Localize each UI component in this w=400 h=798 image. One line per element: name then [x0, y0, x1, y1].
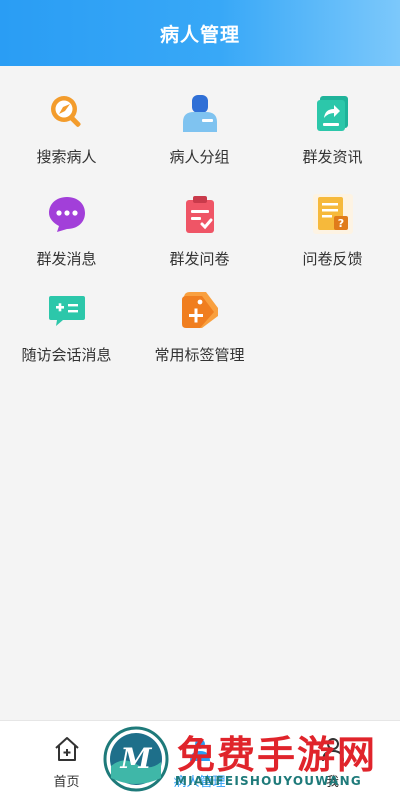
feature-label: 随访会话消息: [21, 346, 112, 364]
feature-label: 群发资讯: [302, 148, 363, 166]
feature-label: 群发消息: [36, 250, 97, 268]
svg-text:?: ?: [337, 217, 343, 230]
tab-label: 首页: [53, 775, 80, 790]
broadcast-survey-icon: [185, 196, 214, 233]
tag-management-icon: [181, 292, 218, 328]
header-bar: 病人管理: [0, 0, 400, 66]
followup-chat-icon: [48, 296, 85, 326]
broadcast-news-icon: [316, 96, 348, 131]
feature-broadcast-survey[interactable]: 群发问卷: [133, 194, 266, 284]
tab-label: 我: [325, 775, 339, 790]
feature-followup-chat[interactable]: 随访会话消息: [0, 290, 133, 380]
feature-patient-group[interactable]: 病人分组: [133, 92, 266, 182]
feature-label: 问卷反馈: [302, 250, 363, 268]
broadcast-message-icon: [48, 197, 85, 232]
feature-label: 搜索病人: [36, 148, 97, 166]
bottom-tab-bar: 首页 病人管理 我: [0, 720, 400, 798]
page-title: 病人管理: [159, 23, 240, 46]
tab-label: 病人管理: [173, 775, 226, 790]
feature-label: 病人分组: [169, 148, 230, 166]
feature-tag-management[interactable]: 常用标签管理: [133, 290, 266, 380]
feature-label: 群发问卷: [169, 250, 230, 268]
patient-manage-icon: [189, 739, 210, 761]
feature-broadcast-news[interactable]: 群发资讯: [266, 92, 399, 182]
home-icon: [54, 737, 79, 761]
tab-patient-manage[interactable]: 病人管理: [133, 721, 266, 798]
search-patient-icon: [50, 96, 81, 127]
tab-me[interactable]: 我: [266, 721, 399, 798]
patient-group-icon: [182, 95, 217, 132]
feature-survey-feedback[interactable]: ? 问卷反馈: [266, 194, 399, 284]
feature-search-patient[interactable]: 搜索病人: [0, 92, 133, 182]
survey-feedback-icon: ?: [312, 194, 353, 234]
tab-home[interactable]: 首页: [0, 721, 133, 798]
me-icon: [321, 738, 344, 762]
feature-label: 常用标签管理: [154, 346, 245, 364]
feature-broadcast-message[interactable]: 群发消息: [0, 194, 133, 284]
